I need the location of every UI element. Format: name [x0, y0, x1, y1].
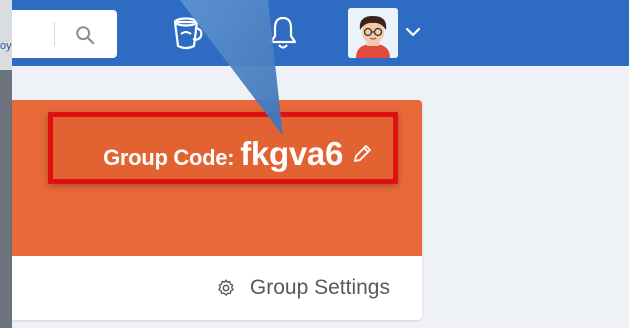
group-settings-button[interactable]: Group Settings	[216, 276, 390, 300]
bell-icon[interactable]	[268, 12, 298, 52]
group-card-footer: Group Settings	[12, 256, 422, 320]
pencil-icon[interactable]	[351, 143, 373, 165]
left-edge-top	[0, 0, 12, 70]
group-card: Group Code: fkgva6 Group Settings	[12, 100, 422, 320]
avatar[interactable]	[348, 8, 398, 58]
gear-icon	[218, 279, 234, 296]
chevron-down-icon[interactable]	[404, 24, 422, 40]
group-code-row: Group Code: fkgva6	[53, 135, 393, 173]
search-icon[interactable]	[74, 24, 96, 46]
left-edge-text: oy	[0, 40, 12, 52]
search-divider	[54, 22, 55, 46]
group-card-header: Group Code: fkgva6	[12, 100, 422, 256]
search-box[interactable]	[12, 10, 117, 58]
group-settings-label: Group Settings	[249, 276, 390, 299]
avatar-icon	[348, 8, 398, 58]
cup-icon[interactable]	[170, 12, 204, 52]
group-code-label: Group Code:	[103, 145, 235, 170]
top-navbar	[12, 0, 629, 66]
left-edge-panel: oy	[0, 0, 12, 328]
group-code-value: fkgva6	[240, 135, 343, 172]
group-code-highlight-box: Group Code: fkgva6	[48, 112, 398, 184]
